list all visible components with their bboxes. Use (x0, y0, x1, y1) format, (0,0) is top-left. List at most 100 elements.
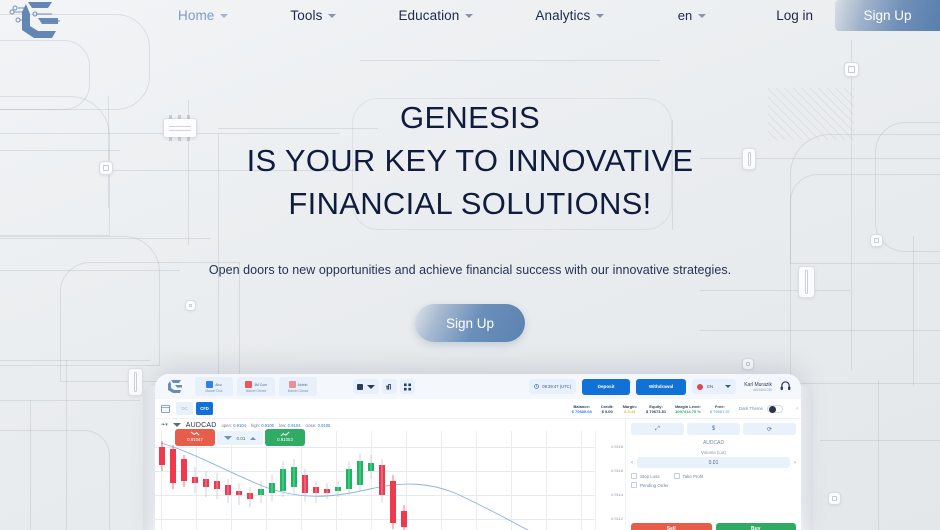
nav-item-analytics[interactable]: Analytics (535, 8, 634, 23)
stat-key: Balance: (573, 403, 591, 409)
stat-value: 1097414.75 % (675, 408, 701, 414)
low-value: 0.9104 (287, 422, 301, 428)
sell-price-badge[interactable]: 0.91047 (175, 429, 215, 446)
hero-line-1: GENESIS (400, 100, 540, 135)
instrument-name: 3M Com (254, 382, 267, 387)
chevron-down-icon[interactable] (223, 436, 232, 440)
user-profile[interactable]: Karl Murazik #82446/1025 (744, 382, 772, 392)
trading-platform-screenshot: Alco Market Clos 3M Com Market Closed Ai… (155, 374, 801, 530)
nav-links: Home Tools Education Analytics (178, 0, 666, 31)
app-logo-icon (165, 378, 185, 396)
withdrawal-button[interactable]: Withdrawal (636, 378, 687, 395)
instrument-tab[interactable]: Alco Market Clos (195, 377, 233, 396)
genesis-logo-icon[interactable] (8, 0, 70, 44)
stat-credit: Credit: $ 0.00 (601, 404, 614, 414)
pending-order-checkbox[interactable]: Pending Order (631, 482, 669, 488)
instrument-status: Market Closed (245, 389, 267, 393)
dark-theme-toggle[interactable] (767, 404, 783, 413)
lot-size-display[interactable]: 0.01 (217, 431, 263, 445)
decrement-icon[interactable]: ‹ (631, 460, 633, 466)
signup-button-nav[interactable]: Sign Up (835, 0, 940, 31)
trade-icon[interactable]: ⤢ (631, 423, 684, 435)
buy-price: 0.91053 (277, 437, 293, 442)
close-label: close: (305, 422, 317, 428)
price-axis: 0.9118 0.9116 0.9114 0.9112 (595, 431, 625, 530)
y-tick-label: 0.9118 (611, 444, 623, 449)
stat-value: $ 70689.68 (571, 408, 592, 414)
app-language-value: EN (707, 384, 714, 389)
chart-high: high: 0.9106 (251, 423, 274, 428)
tab-label: DC (181, 406, 188, 411)
login-button[interactable]: Log in (776, 8, 813, 23)
chart-icon[interactable] (382, 379, 397, 394)
buy-button[interactable]: Buy (715, 523, 796, 530)
instrument-status: Market Clos (205, 389, 223, 393)
hero-line-2: IS YOUR KEY TO INNOVATIVE (246, 143, 694, 178)
stat-key: Credit: (600, 403, 614, 409)
volume-input[interactable]: 0.01 (637, 457, 790, 468)
volume-stepper: ‹ 0.01 › (631, 457, 796, 468)
chevron-left-icon[interactable]: ‹ (796, 406, 798, 412)
device-bezel-left (143, 386, 155, 530)
app-language-selector[interactable]: EN (692, 379, 737, 394)
checkbox-icon (631, 473, 637, 479)
chevron-down-icon[interactable] (172, 423, 181, 427)
screen-icon[interactable] (353, 379, 379, 394)
deposit-button[interactable]: Deposit (582, 378, 631, 395)
open-label: open: (221, 422, 232, 428)
chart-header: ❧▾ AUDCAD open: 0.9104 high: 0.9106 low:… (155, 419, 625, 431)
order-panel: ⤢ $ ⟳ AUDCAD Volume (Lot) ‹ 0.01 › Stop … (625, 419, 801, 530)
calendar-icon[interactable] (161, 400, 170, 418)
pad-icon (742, 358, 754, 370)
instrument-tab[interactable]: Airbnb Market Closed (279, 377, 317, 396)
chart-symbol: AUDCAD (185, 421, 217, 429)
take-profit-checkbox[interactable]: Take Profit (673, 473, 704, 479)
instrument-name: Alco (215, 382, 222, 387)
increment-icon[interactable]: › (794, 460, 796, 466)
stop-loss-checkbox[interactable]: Stop Loss (631, 473, 660, 479)
stat-value: $ 0.00 (601, 408, 613, 414)
hero-line-3: FINANCIAL SOLUTIONS! (288, 186, 652, 221)
buy-price-badge[interactable]: 0.91053 (265, 429, 305, 446)
chart-grid[interactable]: 0.91047 0.01 0.91053 (155, 429, 625, 530)
nav-item-label: Tools (290, 8, 323, 23)
user-name: Karl Murazik (744, 381, 772, 388)
pending-order-label: Pending Order (640, 482, 669, 488)
candlestick-series (159, 441, 529, 530)
grid-icon[interactable] (400, 379, 415, 394)
high-label: high: (250, 422, 261, 428)
history-icon[interactable]: ⟳ (743, 423, 796, 435)
nav-item-tools[interactable]: Tools (290, 8, 366, 23)
instrument-status: Market Closed (287, 389, 309, 393)
tab-cfd[interactable]: CFD (196, 402, 213, 415)
order-options-row-2: Pending Order (631, 482, 796, 488)
order-options-row-1: Stop Loss Take Profit (631, 473, 796, 479)
stat-balance: Balance: $ 70689.68 (572, 404, 592, 414)
nav-item-home[interactable]: Home (178, 8, 258, 23)
pad-icon (844, 62, 859, 77)
lot-value: 0.01 (236, 435, 246, 441)
dollar-icon[interactable]: $ (687, 423, 740, 435)
chevron-up-icon[interactable] (250, 436, 257, 440)
take-profit-label: Take Profit (682, 473, 704, 479)
tab-dc[interactable]: DC (176, 402, 193, 415)
headset-icon[interactable] (780, 378, 791, 396)
hero-subtitle: Open doors to new opportunities and achi… (208, 263, 732, 277)
sell-button[interactable]: Sell (631, 523, 712, 530)
high-value: 0.9106 (261, 422, 275, 428)
dark-theme-label: Dark Theme (738, 406, 763, 411)
signup-cta-button[interactable]: Sign Up (415, 304, 525, 342)
stat-value: $ 70667.07 (709, 408, 730, 414)
nav-item-education[interactable]: Education (398, 8, 503, 23)
instrument-tab[interactable]: 3M Com Market Closed (237, 377, 275, 396)
nav-item-label: Education (398, 8, 460, 23)
app-toolbar: Alco Market Clos 3M Com Market Closed Ai… (155, 374, 801, 399)
chevron-down-icon (465, 13, 474, 18)
instrument-logo-icon (206, 381, 214, 388)
stat-equity: Equity: $ 70673.51 (646, 404, 666, 414)
language-selector[interactable]: en (678, 8, 707, 23)
pad-icon (828, 492, 841, 505)
tab-label: CFD (200, 406, 209, 411)
chevron-down-icon (725, 385, 732, 388)
candles-icon[interactable]: ❧▾ (161, 422, 168, 428)
